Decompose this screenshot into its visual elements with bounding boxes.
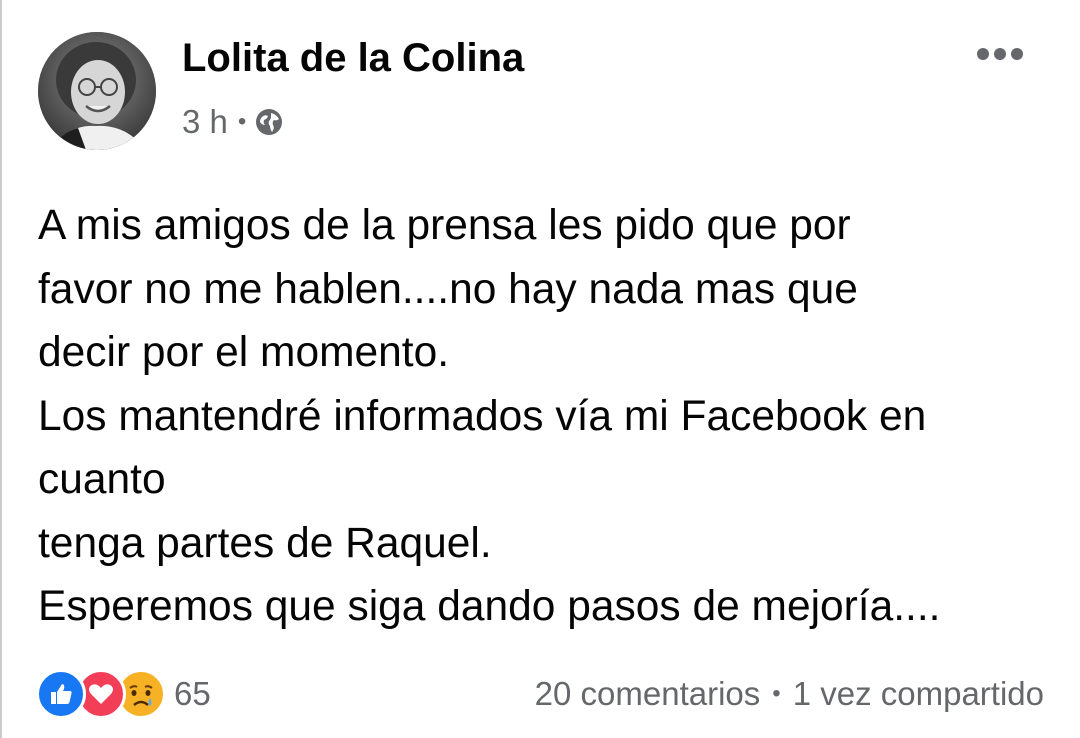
globe-icon xyxy=(254,107,284,137)
more-options-icon xyxy=(977,48,1023,60)
stats-separator: • xyxy=(772,680,781,707)
author-name[interactable]: Lolita de la Colina xyxy=(182,36,524,81)
left-border xyxy=(0,0,2,738)
avatar[interactable] xyxy=(38,32,156,150)
comments-count-link[interactable]: 20 comentarios xyxy=(535,675,761,713)
post-time[interactable]: 3 h xyxy=(182,103,228,141)
post-stats: 20 comentarios • 1 vez compartido xyxy=(535,672,1044,716)
post-text: A mis amigos de la prensa les pido que p… xyxy=(38,194,1058,639)
shares-count-link[interactable]: 1 vez compartido xyxy=(793,675,1044,713)
post-text-line: tenga partes de Raquel. xyxy=(38,519,492,567)
avatar-photo xyxy=(38,32,156,150)
post-text-line: decir por el momento. xyxy=(38,329,450,376)
post-text-line: Los mantendré informados vía mi Facebook… xyxy=(38,392,927,440)
post-text-line: A mis amigos de la prensa les pido que p… xyxy=(38,202,851,249)
reaction-count: 65 xyxy=(174,675,211,712)
post-text-line: Esperemos que siga dando pasos de mejorí… xyxy=(38,583,941,630)
more-options-button[interactable] xyxy=(972,38,1028,70)
post-text-line: cuanto xyxy=(38,456,166,503)
post-text-line: favor no me hablen....no hay nada mas qu… xyxy=(38,265,858,313)
like-icon xyxy=(36,669,86,719)
post-meta: 3 h • xyxy=(182,102,284,142)
reactions-summary[interactable]: 65 xyxy=(36,668,211,720)
meta-separator: • xyxy=(237,108,247,135)
facebook-post: Lolita de la Colina 3 h • A mis amigos d… xyxy=(0,0,1080,738)
